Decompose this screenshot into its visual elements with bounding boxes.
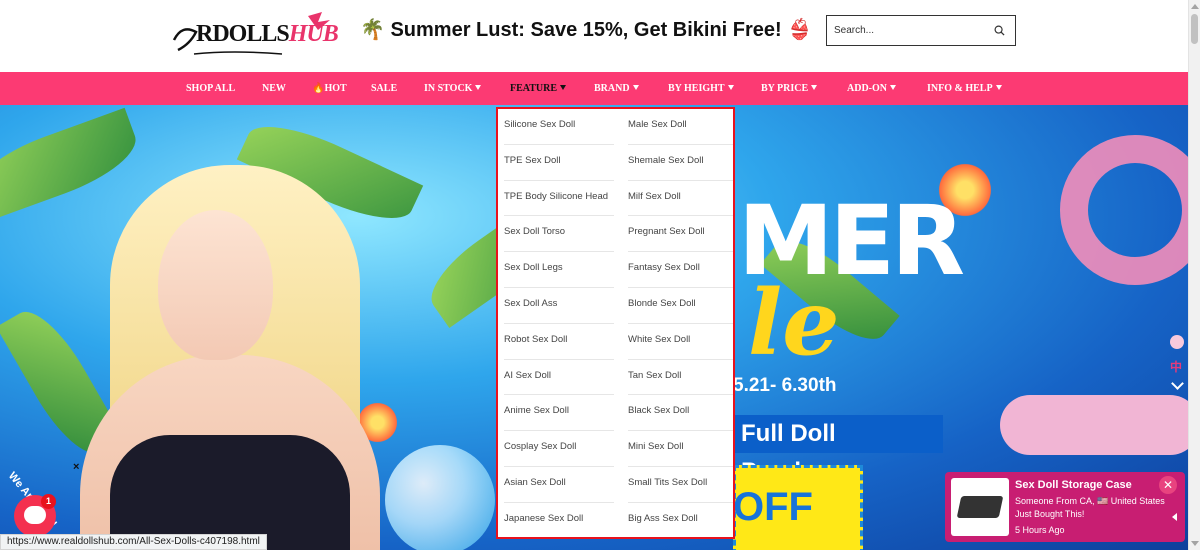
hero-off-text: OFF (733, 485, 813, 529)
caret-down-icon (890, 85, 896, 90)
caret-down-icon (475, 85, 482, 90)
nav-item-brand[interactable]: BRAND (594, 72, 639, 105)
dropdown-item-robot-sex-doll[interactable]: Robot Sex Doll (504, 324, 614, 360)
dropdown-item-tpe-body-silicone-head[interactable]: TPE Body Silicone Head (504, 181, 614, 217)
promo-banner: 🌴 Summer Lust: Save 15%, Get Bikini Free… (360, 19, 813, 41)
scrollbar-thumb[interactable] (1191, 14, 1198, 44)
nav-item-label: BRAND (594, 83, 630, 94)
caret-down-icon (632, 85, 639, 90)
nav-item-shop-all[interactable]: SHOP ALL (186, 72, 235, 105)
dropdown-item-black-sex-doll[interactable]: Black Sex Doll (628, 395, 733, 432)
dropdown-item-tan-sex-doll[interactable]: Tan Sex Doll (628, 360, 733, 396)
nav-item-label: IN STOCK (424, 83, 473, 94)
dropdown-item-milf-sex-doll[interactable]: Milf Sex Doll (628, 181, 733, 217)
status-bar-url: https://www.realdollshub.com/All-Sex-Dol… (0, 534, 267, 550)
site-header: RDOLLSHUB 🌴 Summer Lust: Save 15%, Get B… (0, 0, 1188, 72)
dropdown-item-ai-sex-doll[interactable]: AI Sex Doll (504, 360, 614, 396)
palm-leaf-decor (0, 107, 146, 223)
side-widget[interactable]: 中 (1170, 335, 1188, 390)
bubble-decor (385, 445, 495, 550)
nav-item-by-height[interactable]: BY HEIGHT (668, 72, 734, 105)
nav-item-info-help[interactable]: INFO & HELP (927, 72, 1002, 105)
dropdown-item-white-sex-doll[interactable]: White Sex Doll (628, 324, 733, 360)
nav-item-in-stock[interactable]: IN STOCK (424, 72, 482, 105)
notification-title[interactable]: Sex Doll Storage Case (1015, 479, 1132, 491)
dropdown-item-silicone-sex-doll[interactable]: Silicone Sex Doll (504, 109, 614, 145)
dropdown-item-sex-doll-legs[interactable]: Sex Doll Legs (504, 252, 614, 288)
nav-item-hot[interactable]: 🔥HOT (312, 72, 347, 105)
storage-case-image (956, 496, 1004, 518)
nav-item-sale[interactable]: SALE (371, 72, 397, 105)
dropdown-item-blonde-sex-doll[interactable]: Blonde Sex Doll (628, 288, 733, 324)
notification-message: Someone From CA, 🇺🇸 United States Just B… (1015, 496, 1165, 519)
gift-icon[interactable] (1170, 335, 1184, 349)
notification-close-icon[interactable]: ✕ (1159, 476, 1177, 494)
model-face (158, 210, 273, 360)
dropdown-item-mini-sex-doll[interactable]: Mini Sex Doll (628, 431, 733, 467)
cartoon-sofa-decor (1000, 395, 1188, 455)
search-icon[interactable] (994, 25, 1005, 36)
caret-down-icon (995, 85, 1002, 90)
chat-unread-badge: 1 (41, 494, 56, 509)
dropdown-item-pregnant-sex-doll[interactable]: Pregnant Sex Doll (628, 216, 733, 253)
language-toggle[interactable]: 中 (1170, 358, 1188, 375)
nav-item-label: BY HEIGHT (668, 83, 725, 94)
site-logo[interactable]: RDOLLSHUB (172, 10, 339, 58)
hero-dates: 5.21- 6.30th (733, 375, 837, 396)
dropdown-item-shemale-sex-doll[interactable]: Shemale Sex Doll (628, 145, 733, 181)
dropdown-item-asian-sex-doll[interactable]: Asian Sex Doll (504, 467, 614, 503)
search-input[interactable] (827, 16, 977, 45)
dropdown-item-sex-doll-torso[interactable]: Sex Doll Torso (504, 216, 614, 253)
scroll-up-icon[interactable] (1191, 4, 1199, 9)
model-bikini (110, 435, 350, 550)
pool-ring-decor (1060, 135, 1188, 285)
scroll-down-icon[interactable] (1191, 541, 1199, 546)
dropdown-item-big-ass-sex-doll[interactable]: Big Ass Sex Doll (628, 503, 733, 537)
nav-item-label: NEW (262, 83, 286, 94)
main-nav: SHOP ALL NEW 🔥HOT SALE IN STOCK FEATURE BRAND B… (0, 72, 1188, 105)
notification-prev-icon[interactable] (1172, 513, 1177, 521)
nav-item-new[interactable]: NEW (262, 72, 286, 105)
nav-item-label: ADD-ON (847, 83, 887, 94)
dropdown-item-fantasy-sex-doll[interactable]: Fantasy Sex Doll (628, 252, 733, 288)
nav-item-label: INFO & HELP (927, 83, 993, 94)
search-box[interactable] (826, 15, 1016, 46)
nav-item-by-price[interactable]: BY PRICE (761, 72, 818, 105)
logo-text: RDOLLSHUB (196, 21, 339, 47)
nav-item-label: SHOP ALL (186, 83, 236, 94)
caret-down-icon (727, 85, 734, 90)
nav-item-label: BY PRICE (761, 83, 809, 94)
chat-bubble-icon (24, 506, 46, 524)
dropdown-item-small-tits-sex-doll[interactable]: Small Tits Sex Doll (628, 467, 733, 503)
purchase-notification[interactable]: Sex Doll Storage Case Someone From CA, 🇺… (945, 472, 1185, 542)
nav-item-label: SALE (371, 83, 398, 94)
chat-close-icon[interactable]: × (73, 461, 79, 473)
dropdown-item-cosplay-sex-doll[interactable]: Cosplay Sex Doll (504, 431, 614, 467)
nav-item-label: 🔥HOT (312, 83, 347, 94)
caret-down-icon (811, 85, 818, 90)
hero-purchase-text: Full Doll Purchase (733, 415, 943, 485)
product-thumbnail[interactable] (951, 478, 1009, 536)
nav-item-label: FEATURE (510, 83, 558, 94)
nav-item-feature[interactable]: FEATURE (510, 72, 567, 105)
dropdown-item-anime-sex-doll[interactable]: Anime Sex Doll (504, 395, 614, 432)
dropdown-item-tpe-sex-doll[interactable]: TPE Sex Doll (504, 145, 614, 181)
dropdown-item-sex-doll-ass[interactable]: Sex Doll Ass (504, 288, 614, 324)
dropdown-item-japanese-sex-doll[interactable]: Japanese Sex Doll (504, 503, 614, 537)
dropdown-item-male-sex-doll[interactable]: Male Sex Doll (628, 109, 733, 145)
chevron-down-icon[interactable] (1171, 377, 1184, 390)
caret-down-icon (560, 85, 567, 90)
page-scrollbar[interactable] (1188, 0, 1200, 550)
notification-time: 5 Hours Ago (1015, 525, 1065, 535)
hero-script-text: le (748, 270, 840, 376)
feature-dropdown-menu: Silicone Sex Doll TPE Sex Doll TPE Body Si… (496, 107, 735, 539)
nav-item-add-on[interactable]: ADD-ON (847, 72, 896, 105)
